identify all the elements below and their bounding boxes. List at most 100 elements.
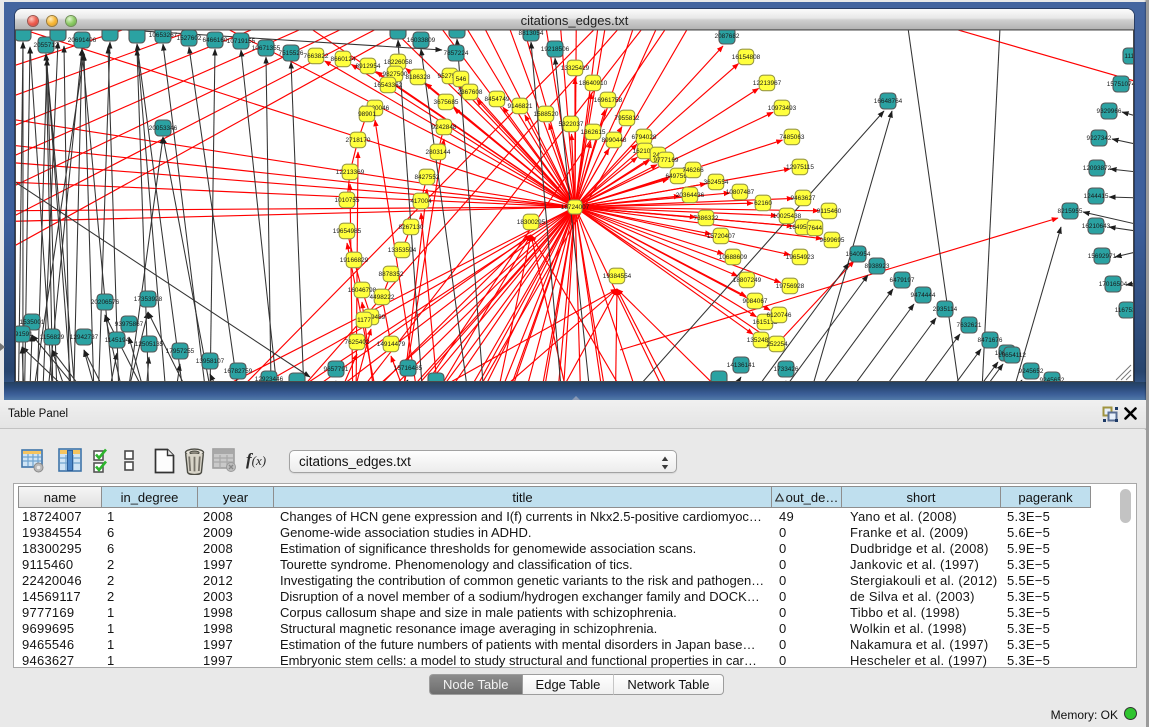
svg-text:18807249: 18807249 [733,277,762,284]
svg-text:7857224: 7857224 [444,50,469,57]
svg-text:16961758: 16961758 [594,97,623,104]
svg-text:10719155: 10719155 [227,38,256,45]
svg-text:3624554: 3624554 [704,179,729,186]
svg-text:20364436: 20364436 [676,192,705,199]
svg-text:19166829: 19166829 [340,257,369,264]
svg-text:16154808: 16154808 [732,54,761,61]
svg-text:15751074: 15751074 [1107,81,1134,88]
svg-text:8427552: 8427552 [415,174,440,181]
svg-text:62160: 62160 [754,200,772,207]
svg-text:8990448: 8990448 [602,137,627,144]
svg-text:8813054: 8813054 [519,30,544,37]
svg-text:18724007: 18724007 [561,204,590,211]
svg-text:9777169: 9777169 [654,157,679,164]
svg-text:7625402: 7625402 [345,339,370,346]
svg-text:2718170: 2718170 [346,137,371,144]
svg-text:10688609: 10688609 [719,254,748,261]
svg-text:15720407: 15720407 [707,233,736,240]
svg-text:12093872: 12093872 [1083,165,1112,172]
svg-text:9329966: 9329966 [1097,108,1122,115]
svg-text:1527602: 1527602 [177,35,202,42]
svg-text:10973493: 10973493 [768,105,797,112]
svg-text:417004: 417004 [410,198,432,205]
svg-text:10807487: 10807487 [726,189,755,196]
svg-text:6120746: 6120746 [767,312,792,319]
svg-text:6794028: 6794028 [632,134,657,141]
svg-text:16782759: 16782759 [224,368,253,375]
svg-text:1640954: 1640954 [846,251,871,258]
svg-text:13325419: 13325419 [561,65,590,72]
svg-text:8267130: 8267130 [399,224,424,231]
svg-text:2055712: 2055712 [34,42,59,49]
svg-text:2087682: 2087682 [715,33,740,40]
svg-text:15716485: 15716485 [394,365,423,372]
svg-text:19218506: 19218506 [541,46,570,53]
svg-text:18640910: 18640910 [579,80,608,87]
svg-text:2367608: 2367608 [458,89,483,96]
svg-text:7644: 7644 [808,225,823,232]
svg-text:93975867: 93975867 [115,321,144,328]
svg-text:2935114: 2935114 [933,306,958,313]
svg-text:7955812: 7955812 [615,115,640,122]
svg-text:8938923: 8938923 [865,263,890,270]
svg-text:16046798: 16046798 [348,287,377,294]
svg-text:8215955: 8215955 [1058,208,1083,215]
svg-text:19654985: 19654985 [333,228,362,235]
svg-text:9227342: 9227342 [1087,135,1112,142]
svg-text:18226058: 18226058 [384,59,413,66]
svg-text:13353594: 13353594 [388,247,417,254]
svg-text:12505135: 12505135 [135,341,164,348]
svg-text:12213369: 12213369 [336,169,365,176]
svg-text:19384554: 19384554 [603,273,632,280]
svg-text:12942737: 12942737 [70,334,99,341]
svg-text:1010755: 1010755 [335,197,360,204]
svg-text:9463627: 9463627 [791,195,816,202]
svg-text:9242848: 9242848 [432,124,457,131]
svg-text:8912954: 8912954 [356,63,381,70]
svg-text:1177: 1177 [357,317,371,324]
svg-text:13958107: 13958107 [196,358,225,365]
svg-text:1167534: 1167534 [1115,307,1134,314]
svg-text:1156829: 1156829 [40,334,65,341]
svg-text:8454749: 8454749 [485,96,510,103]
svg-text:9115460: 9115460 [817,208,842,215]
svg-text:7632621: 7632621 [957,322,982,329]
svg-text:6479197: 6479197 [890,277,915,284]
svg-text:9084067: 9084067 [743,298,768,305]
svg-text:746266: 746266 [682,167,704,174]
svg-text:9474444: 9474444 [911,292,936,299]
svg-text:19654923: 19654923 [786,254,815,261]
svg-text:9657791: 9657791 [324,366,349,373]
svg-text:9699695: 9699695 [820,237,845,244]
svg-text:5322037: 5322037 [559,121,584,128]
svg-text:7663822: 7663822 [304,53,329,60]
svg-text:15692971: 15692971 [1088,253,1117,260]
svg-text:1535001: 1535001 [20,319,45,326]
svg-text:546: 546 [456,76,467,83]
svg-text:9146821: 9146821 [508,103,533,110]
svg-text:4498222: 4498222 [370,294,395,301]
svg-text:1362615: 1362615 [581,129,606,136]
svg-text:252254: 252254 [766,341,788,348]
svg-text:10671355: 10671355 [252,45,281,52]
svg-text:20206576: 20206576 [91,299,120,306]
svg-text:9245652: 9245652 [1019,368,1044,375]
svg-text:10653267: 10653267 [149,32,178,39]
svg-text:8878352: 8878352 [379,271,404,278]
svg-text:8471676: 8471676 [978,337,1003,344]
svg-text:16648764: 16648764 [874,98,903,105]
svg-text:7515526: 7515526 [279,50,304,57]
svg-text:1588520: 1588520 [534,111,559,118]
svg-text:20053346: 20053346 [149,125,178,132]
svg-text:1112: 1112 [1124,53,1134,60]
svg-text:6466160: 6466160 [203,37,228,44]
svg-text:17016504: 17016504 [1099,281,1128,288]
svg-text:12213967: 12213967 [753,80,782,87]
svg-text:2803144: 2803144 [426,149,451,156]
svg-text:17957255: 17957255 [166,348,195,355]
svg-text:10654112: 10654112 [998,352,1026,359]
svg-text:1733426: 1733426 [774,366,799,373]
svg-text:20691406: 20691406 [68,37,97,44]
svg-text:16210643: 16210643 [1082,223,1111,230]
svg-text:3675685: 3675685 [434,99,459,106]
